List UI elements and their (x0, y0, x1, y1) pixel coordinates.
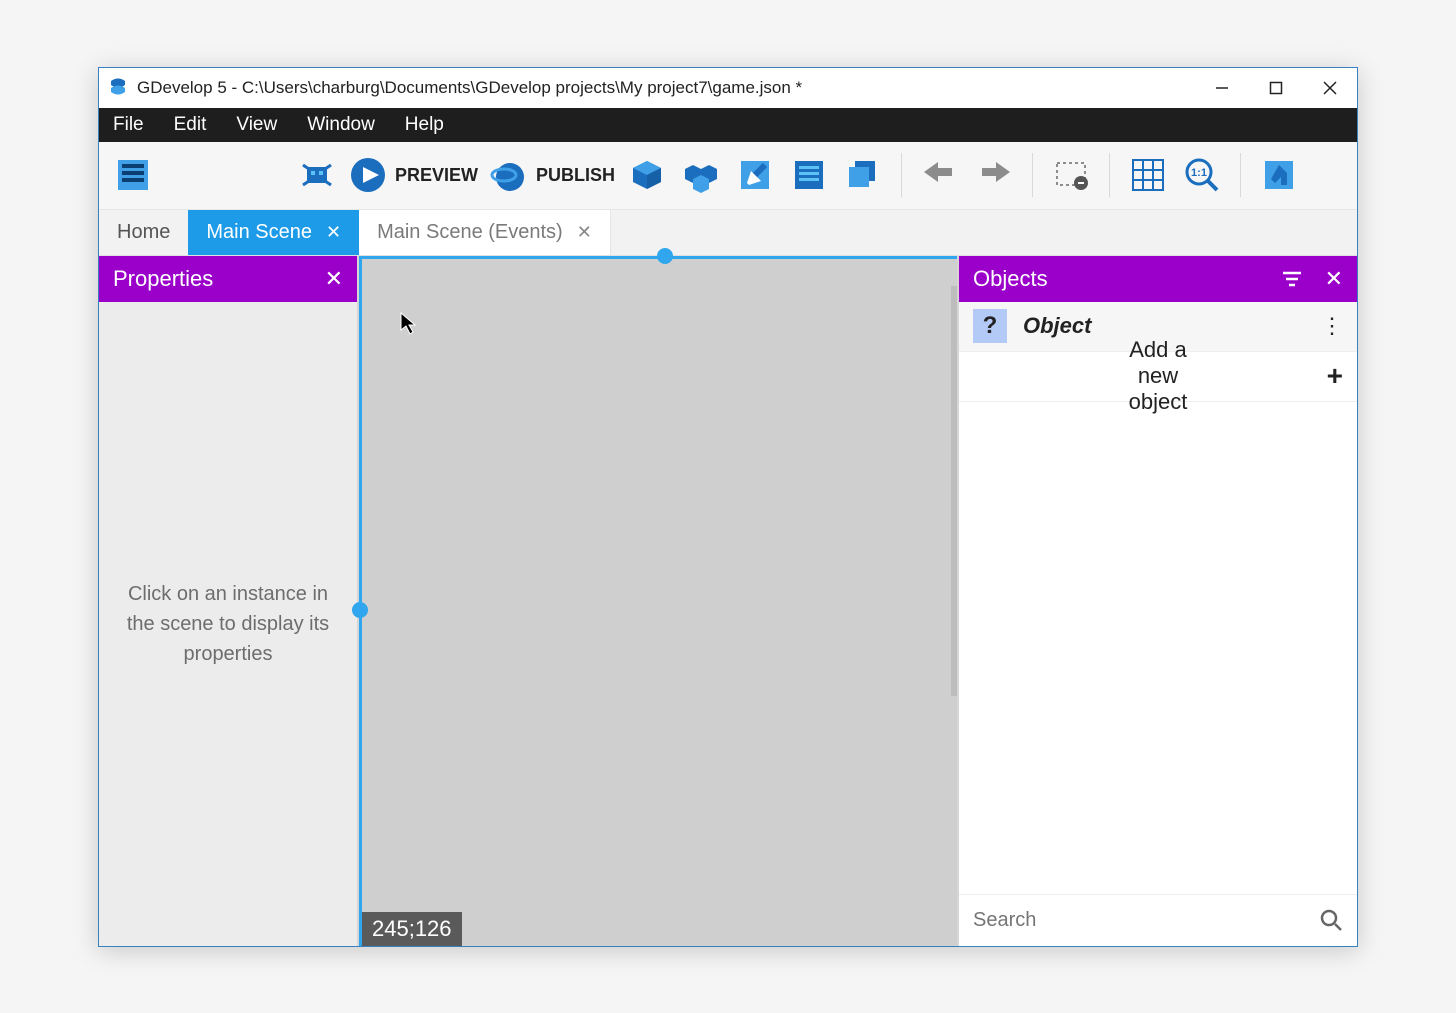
tab-home[interactable]: Home (99, 210, 188, 255)
minimize-button[interactable] (1195, 68, 1249, 108)
object-item-name: Object (1023, 313, 1305, 339)
cube-button[interactable] (625, 153, 669, 197)
preview-label: PREVIEW (395, 165, 478, 186)
objects-panel-header: Objects ✕ (959, 256, 1357, 302)
tab-main-scene[interactable]: Main Scene ✕ (188, 210, 359, 255)
zoom-reset-button[interactable]: 1:1 (1180, 153, 1224, 197)
tab-close-icon[interactable]: ✕ (577, 222, 592, 243)
objects-panel-body: ? Object ⋮ Add a new object + (959, 302, 1357, 946)
properties-panel: Properties ✕ Click on an instance in the… (99, 256, 359, 946)
window-title: GDevelop 5 - C:\Users\charburg\Documents… (137, 78, 1195, 98)
canvas-scrollbar[interactable] (951, 286, 957, 696)
cursor-icon (400, 312, 418, 336)
layers-button[interactable] (841, 153, 885, 197)
properties-panel-title: Properties (113, 266, 213, 292)
edit-button[interactable] (733, 153, 777, 197)
menu-edit[interactable]: Edit (168, 112, 213, 138)
titlebar: GDevelop 5 - C:\Users\charburg\Documents… (99, 68, 1357, 108)
menu-view[interactable]: View (230, 112, 283, 138)
project-manager-button[interactable] (111, 153, 155, 197)
properties-empty-text: Click on an instance in the scene to dis… (113, 579, 343, 669)
toolbar-separator (1032, 153, 1033, 197)
tab-close-icon[interactable]: ✕ (326, 222, 341, 243)
publish-button[interactable]: PUBLISH (488, 153, 615, 197)
list-button[interactable] (787, 153, 831, 197)
add-icon: + (1327, 360, 1343, 392)
menubar: File Edit View Window Help (99, 108, 1357, 142)
menu-file[interactable]: File (107, 112, 150, 138)
cursor-coordinates: 245;126 (362, 912, 462, 946)
objects-search-input[interactable] (973, 909, 1307, 932)
toolbar-separator (901, 153, 902, 197)
publish-label: PUBLISH (536, 165, 615, 186)
objects-search-row (959, 894, 1357, 946)
cubes-button[interactable] (679, 153, 723, 197)
maximize-button[interactable] (1249, 68, 1303, 108)
cursor-coordinates-value: 245;126 (372, 916, 452, 941)
app-logo-icon (107, 77, 129, 99)
toolbar: PREVIEW PUBLISH (99, 142, 1357, 210)
mask-button[interactable] (1049, 153, 1093, 197)
redo-button[interactable] (972, 153, 1016, 197)
preview-button[interactable]: PREVIEW (349, 153, 478, 197)
objects-panel-title: Objects (973, 266, 1048, 292)
menu-window[interactable]: Window (301, 112, 381, 138)
objects-panel-close-icon[interactable]: ✕ (1325, 266, 1343, 292)
origin-handle-left[interactable] (352, 602, 368, 618)
close-button[interactable] (1303, 68, 1357, 108)
workspace: Properties ✕ Click on an instance in the… (99, 256, 1357, 946)
tab-main-scene-events[interactable]: Main Scene (Events) ✕ (359, 210, 611, 255)
window-controls (1195, 68, 1357, 108)
undo-button[interactable] (918, 153, 962, 197)
origin-handle-top[interactable] (657, 248, 673, 264)
object-unknown-icon: ? (973, 309, 1007, 343)
properties-panel-header: Properties ✕ (99, 256, 357, 302)
debug-button[interactable] (295, 153, 339, 197)
properties-panel-close-icon[interactable]: ✕ (325, 266, 343, 292)
search-icon[interactable] (1319, 908, 1343, 932)
tab-bar: Home Main Scene ✕ Main Scene (Events) ✕ (99, 210, 1357, 256)
tab-main-scene-label: Main Scene (206, 221, 312, 244)
settings-button[interactable] (1257, 153, 1301, 197)
tab-main-scene-events-label: Main Scene (Events) (377, 221, 563, 244)
svg-text:1:1: 1:1 (1191, 167, 1207, 179)
objects-filter-icon[interactable] (1281, 270, 1303, 288)
app-window: GDevelop 5 - C:\Users\charburg\Documents… (98, 67, 1358, 947)
toolbar-separator (1109, 153, 1110, 197)
tab-home-label: Home (117, 221, 170, 244)
add-object-button[interactable]: Add a new object + (959, 352, 1357, 402)
properties-panel-body: Click on an instance in the scene to dis… (99, 302, 357, 946)
object-item-menu-icon[interactable]: ⋮ (1321, 313, 1343, 339)
objects-panel: Objects ✕ ? Object ⋮ Add a new object + (957, 256, 1357, 946)
add-object-label: Add a new object (1129, 337, 1188, 415)
toolbar-separator (1240, 153, 1241, 197)
scene-canvas[interactable]: 245;126 (359, 256, 957, 946)
grid-button[interactable] (1126, 153, 1170, 197)
menu-help[interactable]: Help (399, 112, 450, 138)
